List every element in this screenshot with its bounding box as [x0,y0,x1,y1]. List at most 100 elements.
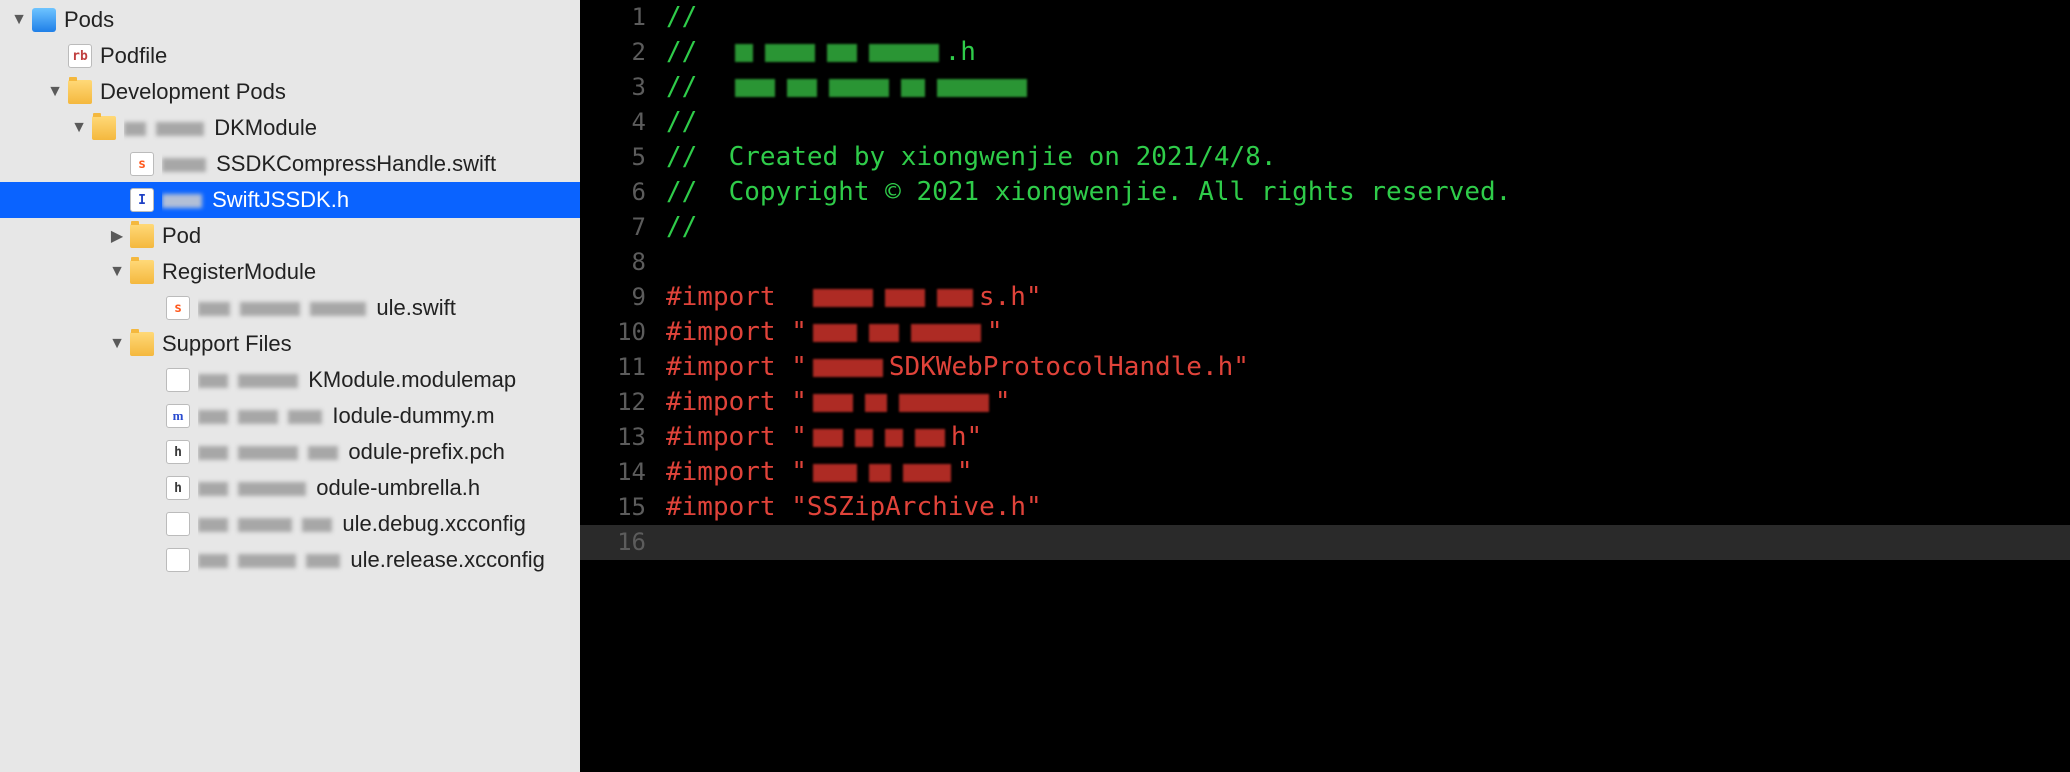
redacted-segment [813,394,853,412]
xcode-project-icon [32,8,56,32]
tree-label: DKModule [124,115,580,141]
folder-icon [130,224,154,248]
redacted-segment [308,446,338,460]
chevron-right-icon[interactable]: ▶ [108,226,126,246]
redacted-segment [735,79,775,97]
code-line[interactable]: 10 #import " " [580,315,2070,350]
code-line[interactable]: 7 // [580,210,2070,245]
line-number: 4 [580,105,666,140]
redacted-segment [885,429,903,447]
tree-file-debug-xcconfig[interactable]: ule.debug.xcconfig [0,506,580,542]
code-editor[interactable]: 1 // 2 // .h 3 // [580,0,2070,772]
tree-label: odule-prefix.pch [198,439,580,465]
line-number: 7 [580,210,666,245]
code-line[interactable]: 11 #import " SDKWebProtocolHandle.h" [580,350,2070,385]
tree-group-support-files[interactable]: ▼ Support Files [0,326,580,362]
line-number: 1 [580,0,666,35]
chevron-down-icon[interactable]: ▼ [46,83,64,101]
redacted-segment [813,324,857,342]
project-navigator[interactable]: ▼ Pods rb Podfile ▼ Development Pods ▼ [0,0,580,772]
tree-label: Development Pods [100,79,580,105]
code-line[interactable]: 4 // [580,105,2070,140]
tree-label: Podfile [100,43,580,69]
tree-group-pod-inner[interactable]: ▶ Pod [0,218,580,254]
code-line[interactable]: 9 #import s.h" [580,280,2070,315]
redacted-segment [787,79,817,97]
redacted-segment [937,79,1027,97]
redacted-segment [238,554,296,568]
tree-file-podfile[interactable]: rb Podfile [0,38,580,74]
string-suffix: s.h" [979,280,1042,315]
tree-group-pods[interactable]: ▼ Pods [0,2,580,38]
code-line[interactable]: 6 // Copyright © 2021 xiongwenjie. All r… [580,175,2070,210]
tree-file-compress-handle[interactable]: s SSDKCompressHandle.swift [0,146,580,182]
tree-file-modulemap[interactable]: KModule.modulemap [0,362,580,398]
redacted-segment [198,482,228,496]
tree-file-umbrella-h[interactable]: h odule-umbrella.h [0,470,580,506]
code-line[interactable]: 14 #import " " [580,455,2070,490]
label-text: ule.swift [376,295,455,320]
chevron-down-icon[interactable]: ▼ [108,335,126,353]
tree-group-dkmodule[interactable]: ▼ DKModule [0,110,580,146]
ide-root: ▼ Pods rb Podfile ▼ Development Pods ▼ [0,0,2070,772]
code-line[interactable]: 1 // [580,0,2070,35]
label-text: odule-prefix.pch [348,439,505,464]
tree-file-prefix-pch[interactable]: h odule-prefix.pch [0,434,580,470]
code-text: // [666,105,697,140]
redacted-segment [915,429,945,447]
line-number: 3 [580,70,666,105]
redacted-segment [306,554,340,568]
redacted-segment [198,554,228,568]
code-text: // [666,210,697,245]
code-line[interactable]: 3 // [580,70,2070,105]
line-number: 12 [580,385,666,420]
string-quote: " [987,315,1003,350]
string-quote: " [995,385,1011,420]
label-text: SwiftJSSDK.h [212,187,349,212]
chevron-down-icon[interactable]: ▼ [70,119,88,137]
redacted-segment [885,289,925,307]
redacted-segment [869,44,939,62]
tree-file-dummy-m[interactable]: m Iodule-dummy.m [0,398,580,434]
tree-label: Support Files [162,331,580,357]
label-text: KModule.modulemap [308,367,516,392]
line-number: 2 [580,35,666,70]
swift-file-icon: s [130,152,154,176]
line-number: 10 [580,315,666,350]
folder-icon [68,80,92,104]
redacted-segment [124,122,146,136]
tree-label: Iodule-dummy.m [198,403,580,429]
redacted-segment [813,359,883,377]
code-line[interactable]: 12 #import " " [580,385,2070,420]
redacted-segment [238,410,278,424]
code-line[interactable]: 8 [580,245,2070,280]
redacted-segment [735,44,753,62]
tree-label: SSDKCompressHandle.swift [162,151,580,177]
tree-group-development-pods[interactable]: ▼ Development Pods [0,74,580,110]
tree-file-swiftjssdk[interactable]: I SwiftJSSDK.h [0,182,580,218]
comment-prefix: // [666,70,729,105]
swift-file-icon: s [166,296,190,320]
chevron-down-icon[interactable]: ▼ [108,263,126,281]
line-number: 14 [580,455,666,490]
comment-prefix: // [666,35,729,70]
tree-group-register-module[interactable]: ▼ RegisterModule [0,254,580,290]
code-text: // Copyright © 2021 xiongwenjie. All rig… [666,175,1511,210]
import-keyword: #import [666,385,791,420]
code-line-current[interactable]: 16 [580,525,2070,560]
tree-file-release-xcconfig[interactable]: ule.release.xcconfig [0,542,580,578]
redacted-segment [238,518,292,532]
code-line[interactable]: 2 // .h [580,35,2070,70]
tree-file-register-swift[interactable]: s ule.swift [0,290,580,326]
string-quote: " [791,385,807,420]
line-number: 6 [580,175,666,210]
label-text: Iodule-dummy.m [332,403,494,428]
code-line[interactable]: 5 // Created by xiongwenjie on 2021/4/8. [580,140,2070,175]
redacted-segment [156,122,204,136]
code-line[interactable]: 15 #import "SSZipArchive.h" [580,490,2070,525]
chevron-down-icon[interactable]: ▼ [10,11,28,29]
code-line[interactable]: 13 #import " h" [580,420,2070,455]
tree-label: SwiftJSSDK.h [162,187,580,213]
label-text: ule.release.xcconfig [350,547,544,572]
code-text: #import " h" [666,420,982,455]
